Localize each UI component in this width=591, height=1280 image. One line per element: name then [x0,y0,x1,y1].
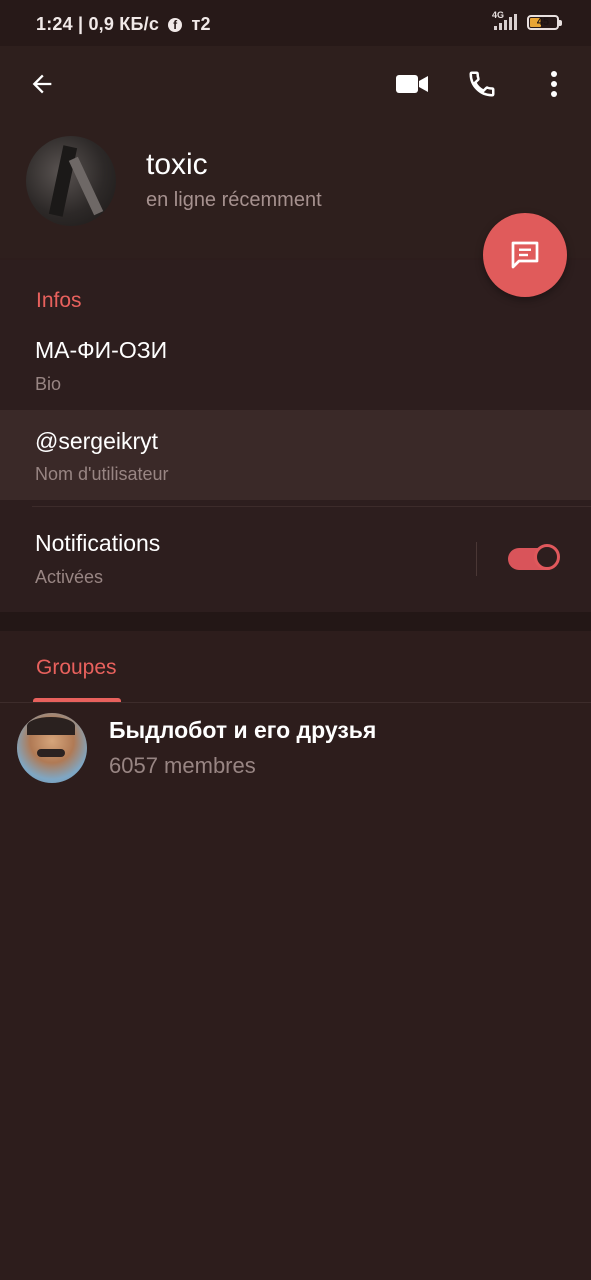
battery-level: 45 [536,16,550,28]
username-label: Nom d'utilisateur [35,464,169,484]
info-section: Infos МА-ФИ-ОЗИ Bio @sergeikryt Nom d'ut… [0,260,591,612]
profile-avatar[interactable] [26,136,116,226]
video-call-button[interactable] [392,64,432,104]
network-type: 4G [492,10,505,20]
groups-section: Groupes Быдлобот и его друзья 6057 membr… [0,631,591,1280]
notifications-toggle[interactable] [508,544,560,570]
notifications-row[interactable]: Notifications Activées [0,510,470,600]
toggle-knob [534,544,560,570]
section-gap [0,612,591,631]
notifications-label: Activées [35,567,104,587]
group-name: Быдлобот и его друзья [109,717,377,743]
status-time-speed: 1:24 | 0,9 КБ/с f т2 [36,14,211,34]
username-value: @sergeikryt [35,428,159,454]
carrier-label: т2 [191,14,211,34]
list-item[interactable]: Быдлобот и его друзья 6057 membres [0,703,591,793]
profile-status: en ligne récemment [146,189,322,211]
signal-icon: 4G [492,10,517,30]
divider [32,506,591,507]
message-icon [511,241,539,269]
bio-row[interactable]: МА-ФИ-ОЗИ Bio [0,326,591,410]
more-options-button[interactable] [536,64,572,104]
tab-groups[interactable]: Groupes [36,656,117,680]
notifications-value: Notifications [35,530,161,556]
facebook-icon: f [168,18,183,33]
phone-icon [469,71,495,97]
username-row[interactable]: @sergeikryt Nom d'utilisateur [0,410,591,500]
video-call-icon [396,75,428,93]
profile-name: toxic [146,148,208,181]
group-members: 6057 membres [109,753,256,778]
battery-icon: 45 [527,14,562,30]
back-button[interactable] [22,64,62,104]
bio-value: МА-ФИ-ОЗИ [35,337,168,363]
phone-call-button[interactable] [462,64,502,104]
back-arrow-icon [32,74,52,94]
status-indicators: 4G 45 [492,10,562,30]
toggle-separator [476,542,477,576]
bio-label: Bio [35,374,62,394]
group-avatar [17,713,87,783]
more-vert-icon [551,71,557,97]
status-bar: 1:24 | 0,9 КБ/с f т2 4G 45 [0,0,591,46]
info-section-title: Infos [36,289,82,312]
send-message-button[interactable] [483,213,567,297]
